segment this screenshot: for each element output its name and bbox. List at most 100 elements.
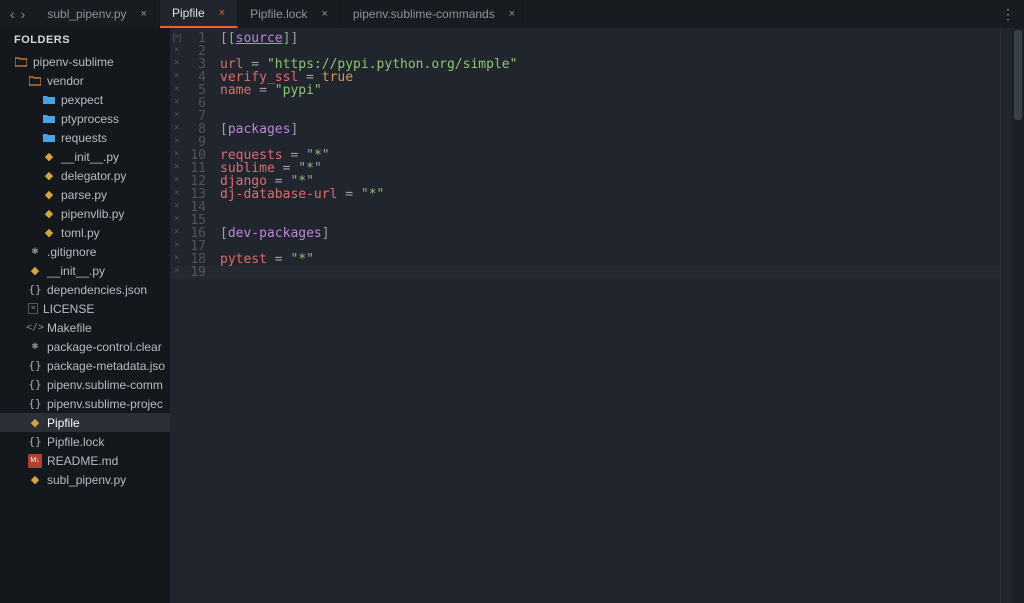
tree-item[interactable]: ✱package-control.clear (0, 337, 170, 356)
tree-item-label: requests (61, 131, 107, 145)
back-button[interactable]: ‹ (10, 6, 15, 22)
code-line[interactable] (220, 266, 1000, 279)
code-line[interactable]: [dev-packages] (220, 227, 1000, 240)
sidebar-header: FOLDERS (0, 28, 170, 52)
json-file-icon: {} (28, 359, 42, 373)
tree-item[interactable]: {}pipenv.sublime-projec (0, 394, 170, 413)
code-line[interactable] (220, 136, 1000, 149)
tree-item[interactable]: pexpect (0, 90, 170, 109)
minimap[interactable] (1000, 28, 1012, 603)
python-file-icon: ◆ (28, 473, 42, 487)
token-eq: = (337, 187, 360, 202)
token-bool: true (322, 70, 353, 85)
json-file-icon: {} (28, 435, 42, 449)
tree-item-label: dependencies.json (47, 283, 147, 297)
tree-item[interactable]: vendor (0, 71, 170, 90)
python-file-icon: ◆ (42, 188, 56, 202)
tab-pipfile-lock[interactable]: Pipfile.lock × (238, 0, 341, 28)
tree-item-label: pipenv.sublime-comm (47, 378, 163, 392)
main-area: FOLDERS pipenv-sublime vendor pexpect ptypr… (0, 28, 1024, 603)
tree-item-label: pexpect (61, 93, 103, 107)
tree-item[interactable]: {} pipenv.sublime-comm (0, 375, 170, 394)
forward-button[interactable]: › (21, 6, 26, 22)
overflow-menu-icon[interactable]: ⋮ (1001, 6, 1016, 23)
code-line[interactable]: [[source]] (220, 32, 1000, 45)
tree-item[interactable]: ◆ parse.py (0, 185, 170, 204)
sidebar: FOLDERS pipenv-sublime vendor pexpect ptypr… (0, 28, 170, 603)
tree-item[interactable]: ◆ __init__.py (0, 147, 170, 166)
code-editor[interactable]: [] ×1×2×3×4×5×6×7×8×9×10×11×12×13×14×15×… (170, 28, 1024, 603)
tree-item[interactable]: {}Pipfile.lock (0, 432, 170, 451)
tree-item[interactable]: </>Makefile (0, 318, 170, 337)
token-sec: source (236, 31, 283, 46)
tree-item[interactable]: ◆toml.py (0, 223, 170, 242)
code-line[interactable]: name = "pypi" (220, 84, 1000, 97)
tree-item[interactable]: ◆delegator.py (0, 166, 170, 185)
code-line[interactable] (220, 201, 1000, 214)
tab-label: Pipfile.lock (250, 7, 307, 21)
tree-item[interactable]: M↓README.md (0, 451, 170, 470)
token-quo: " (361, 187, 369, 202)
tree-item[interactable]: ◆pipenvlib.py (0, 204, 170, 223)
tree-item-label: ptyprocess (61, 112, 119, 126)
tree-item-label: __init__.py (61, 150, 119, 164)
tree-item-label: vendor (47, 74, 84, 88)
tree-item-label: parse.py (61, 188, 107, 202)
tree-item[interactable]: pipenv-sublime (0, 52, 170, 71)
python-file-icon: ◆ (42, 226, 56, 240)
tab-label: pipenv.sublime-commands (353, 7, 495, 21)
tree-item[interactable]: ◆Pipfile (0, 413, 170, 432)
nav-arrows: ‹ › (10, 6, 25, 22)
tree-item-label: Makefile (47, 321, 92, 335)
token-sec: packages (228, 122, 291, 137)
token-quo: " (314, 161, 322, 176)
code-line[interactable]: verify_ssl = true (220, 71, 1000, 84)
text-file-icon: ≡ (28, 303, 38, 314)
tab-subl-pipenv-py[interactable]: subl_pipenv.py× (35, 0, 160, 28)
token-eq: = (267, 252, 290, 267)
close-icon[interactable]: × (219, 7, 225, 19)
python-file-icon: ◆ (42, 150, 56, 164)
tree-item[interactable]: ✱.gitignore (0, 242, 170, 261)
tree-item-label: package-metadata.jso (47, 359, 165, 373)
tree-item[interactable]: {} dependencies.json (0, 280, 170, 299)
tab-pipenv-sublime-commands[interactable]: pipenv.sublime-commands × (341, 0, 528, 28)
code-line[interactable]: sublime = "*" (220, 162, 1000, 175)
json-file-icon: {} (28, 283, 42, 297)
scrollbar-thumb[interactable] (1014, 30, 1022, 120)
tree-item[interactable]: requests (0, 128, 170, 147)
token-br: ] (290, 122, 298, 137)
tab-pipfile[interactable]: Pipfile× (160, 0, 238, 28)
python-file-icon: ◆ (28, 264, 42, 278)
code-line[interactable] (220, 214, 1000, 227)
tree-item-label: README.md (47, 454, 118, 468)
close-icon[interactable]: × (141, 8, 147, 20)
tab-list: subl_pipenv.py×Pipfile×Pipfile.lock×pipe… (35, 0, 528, 28)
tree-item[interactable]: ◆__init__.py (0, 261, 170, 280)
tree-item[interactable]: ptyprocess (0, 109, 170, 128)
folder-open-icon (28, 74, 42, 88)
vertical-scrollbar[interactable] (1012, 28, 1024, 603)
code-line[interactable]: requests = "*" (220, 149, 1000, 162)
token-br: [ (220, 122, 228, 137)
json-file-icon: {} (28, 378, 42, 392)
code-line[interactable]: pytest = "*" (220, 253, 1000, 266)
tree-item[interactable]: ◆subl_pipenv.py (0, 470, 170, 489)
code-area[interactable]: [[source]]url = "https://pypi.python.org… (214, 28, 1000, 603)
code-line[interactable]: dj-database-url = "*" (220, 188, 1000, 201)
code-line[interactable]: [packages] (220, 123, 1000, 136)
config-file-icon: ✱ (28, 340, 42, 354)
token-br: [ (220, 226, 228, 241)
tree-item[interactable]: ≡ LICENSE (0, 299, 170, 318)
code-line[interactable] (220, 110, 1000, 123)
close-icon[interactable]: × (509, 8, 515, 20)
json-file-icon: {} (28, 397, 42, 411)
tree-item-label: LICENSE (43, 302, 94, 316)
close-icon[interactable]: × (321, 8, 327, 20)
tree-item[interactable]: {} package-metadata.jso (0, 356, 170, 375)
code-line[interactable] (220, 97, 1000, 110)
code-line[interactable] (220, 240, 1000, 253)
token-key: pytest (220, 252, 267, 267)
token-eq: = (251, 83, 274, 98)
token-br: [[ (220, 31, 236, 46)
